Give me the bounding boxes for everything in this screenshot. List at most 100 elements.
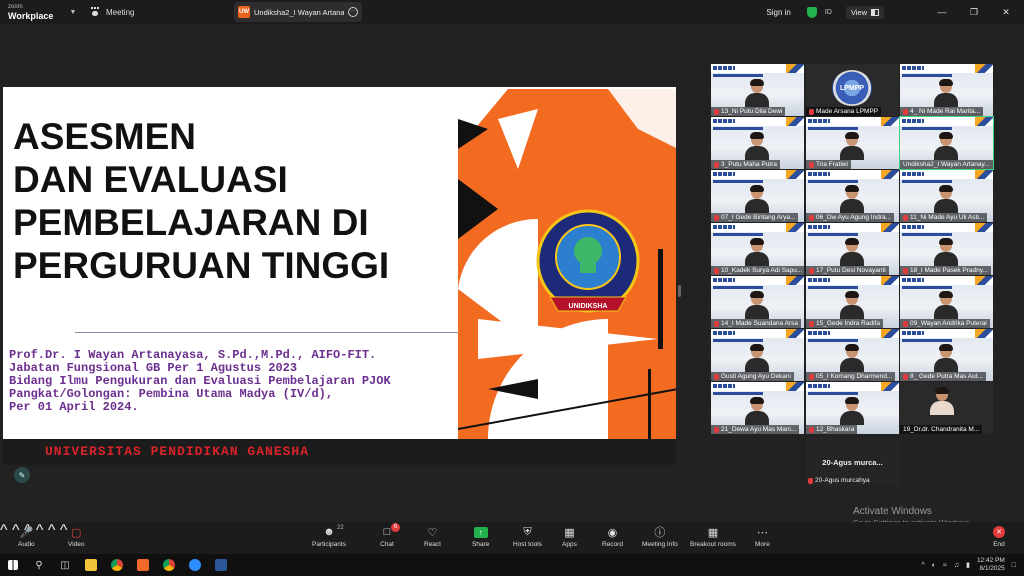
more-options-icon[interactable]: ···: [348, 7, 358, 17]
participant-name: 21_Dewa Ayu Mas Mani...: [711, 425, 800, 434]
share-label: Share: [472, 541, 490, 548]
activate-windows-title: Activate Windows: [853, 506, 932, 517]
network-icon[interactable]: ◐: [932, 562, 936, 569]
lpmpp-logo-icon: LPMPP: [832, 70, 872, 106]
mic-muted-icon: [714, 108, 719, 115]
participant-tile[interactable]: 09_Wayan Andrika Puteral: [900, 276, 993, 328]
participant-tile[interactable]: 21_Dewa Ayu Mas Mani...: [711, 382, 804, 434]
participant-name-text: 17_Putu Desi Novayanti: [816, 267, 886, 274]
participant-name-text: 8_ Gede Putra Mas Aut...: [910, 373, 983, 380]
participant-tile[interactable]: 12_Bhaskara: [806, 382, 899, 434]
splitter-handle[interactable]: [678, 285, 681, 297]
participant-video: [840, 132, 864, 160]
close-icon[interactable]: ✕: [994, 7, 1018, 18]
participant-tile[interactable]: 07_I Gede Bintang Arya...: [711, 170, 804, 222]
participant-tile[interactable]: 11_Ni Made Ayu Uli Asti...: [900, 170, 993, 222]
participant-tile[interactable]: 13_Ni Putu Dila Dewi: [711, 64, 804, 116]
participant-tile[interactable]: 05_I Komang Dharmend...: [806, 329, 899, 381]
mic-muted-icon: [808, 477, 813, 484]
participant-name: 12_Bhaskara: [806, 425, 858, 434]
task-view-icon[interactable]: ◫: [52, 554, 78, 576]
mic-muted-icon: [714, 426, 719, 433]
view-button[interactable]: View: [845, 5, 884, 19]
video-label: Video: [68, 541, 85, 548]
participant-video: [745, 132, 769, 160]
participant-tile[interactable]: 4_ Ni Made Rai Marita...: [900, 64, 993, 116]
windows-start-icon[interactable]: [0, 554, 26, 576]
participants-label: Participants: [312, 541, 346, 548]
annotate-icon[interactable]: ✎: [14, 467, 30, 483]
record-label: Record: [602, 541, 623, 548]
battery-icon[interactable]: ▮: [966, 561, 970, 569]
participant-name: 19_Dr.dr. Chandranita M...: [900, 425, 983, 434]
search-icon[interactable]: ⚲: [26, 554, 52, 576]
participant-name: 4_ Ni Made Rai Marita...: [900, 107, 984, 116]
participant-tile[interactable]: 8_ Gede Putra Mas Aut...: [900, 329, 993, 381]
tab-shared-screen[interactable]: UW Undiksha2_I Wayan Artanayasa's s ···: [234, 2, 362, 22]
end-button[interactable]: ✕ End: [992, 526, 1006, 548]
chrome-icon[interactable]: [104, 554, 130, 576]
sign-in-link[interactable]: Sign in: [766, 8, 790, 17]
participant-tile[interactable]: 06_Dw Ayu Agung Indra...: [806, 170, 899, 222]
file-explorer-icon[interactable]: [78, 554, 104, 576]
breakout-rooms-button[interactable]: ▦ Breakout rooms: [690, 526, 736, 549]
participant-name-text: 13_Ni Putu Dila Dewi: [721, 108, 783, 115]
host-tools-button[interactable]: ⛨ Host tools: [513, 526, 542, 549]
apps-button[interactable]: ▦ Apps: [562, 526, 577, 549]
chevron-down-icon[interactable]: ▼: [66, 9, 80, 16]
share-screen-icon: ↑: [473, 526, 488, 538]
tab-shared-screen-label: Undiksha2_I Wayan Artanayasa's s: [254, 7, 344, 17]
brand-bottom: Workplace: [8, 11, 54, 21]
react-button[interactable]: ♡ React: [424, 526, 441, 549]
participant-tile[interactable]: Tria Fratiwi: [806, 117, 899, 169]
minimize-icon[interactable]: —: [930, 7, 954, 17]
participant-name-text: 06_Dw Ayu Agung Indra...: [816, 214, 892, 221]
mic-muted-icon: 🎤: [19, 526, 34, 539]
audio-button[interactable]: 🎤 Audio: [18, 526, 35, 549]
video-button[interactable]: ▢ Video: [68, 526, 85, 549]
meeting-info-button[interactable]: ⓘ Meeting Info: [642, 526, 678, 548]
chevron-up-icon[interactable]: ^: [921, 562, 924, 569]
notification-icon[interactable]: □: [1012, 562, 1016, 569]
meeting-id-label[interactable]: ID: [825, 9, 832, 16]
participant-tile[interactable]: 19_Dr.dr. Chandranita M...: [900, 382, 993, 434]
participant-tile[interactable]: 17_Putu Desi Novayanti: [806, 223, 899, 275]
chevron-up-icon[interactable]: ^: [48, 522, 56, 539]
participant-tile[interactable]: Gusti Agung Ayu Dekani: [711, 329, 804, 381]
end-label: End: [993, 541, 1005, 548]
app-icon[interactable]: [130, 554, 156, 576]
shield-icon[interactable]: [806, 6, 817, 18]
participant-tile[interactable]: 14_I Made Suandana Arsa: [711, 276, 804, 328]
more-button[interactable]: ⋯ More: [755, 526, 770, 549]
participant-video: [745, 291, 769, 319]
volume-icon[interactable]: ♫: [954, 562, 959, 569]
participant-tile[interactable]: 15_Gede Indra Radifa: [806, 276, 899, 328]
mic-muted-icon: [903, 108, 908, 115]
participant-tile[interactable]: Undiksha2_I Wayan Artanay...: [899, 116, 994, 170]
zoom-app-icon[interactable]: [182, 554, 208, 576]
participant-name: 13_Ni Putu Dila Dewi: [711, 107, 786, 116]
participant-name-text: 3_Putu Maha Putra: [721, 161, 778, 168]
chrome-profile-icon[interactable]: [156, 554, 182, 576]
chevron-up-icon[interactable]: ^: [36, 522, 44, 539]
participant-name: 11_Ni Made Ayu Uli Asti...: [900, 213, 988, 222]
tab-meeting[interactable]: Meeting: [90, 7, 230, 17]
share-button[interactable]: ↑ Share: [472, 526, 489, 548]
participant-name-text: 18_I Made Pasek Pradny...: [910, 267, 988, 274]
participant-video: [930, 387, 954, 415]
wifi-icon[interactable]: ≈: [943, 562, 947, 569]
chat-button[interactable]: □ 6 Chat: [380, 523, 400, 548]
participant-tile[interactable]: 3_Putu Maha Putra: [711, 117, 804, 169]
participant-tile[interactable]: LPMPP Made Arsana LPMPP: [806, 64, 899, 116]
chevron-up-icon[interactable]: ^: [0, 522, 8, 539]
chevron-up-icon[interactable]: ^: [60, 522, 68, 539]
restore-icon[interactable]: ❐: [962, 7, 986, 18]
participant-tile[interactable]: 10_Kadek Surya Adi Sapu...: [711, 223, 804, 275]
record-button[interactable]: ◉ Record: [602, 526, 623, 549]
clock[interactable]: 12:42 PM 8/1/2025: [977, 557, 1005, 573]
participants-button[interactable]: ☻ 22 Participants: [312, 525, 346, 548]
participant-video: [840, 344, 864, 372]
participant-name-text: Gusti Agung Ayu Dekani: [721, 373, 791, 380]
participant-tile[interactable]: 18_I Made Pasek Pradny...: [900, 223, 993, 275]
word-icon[interactable]: [208, 554, 234, 576]
